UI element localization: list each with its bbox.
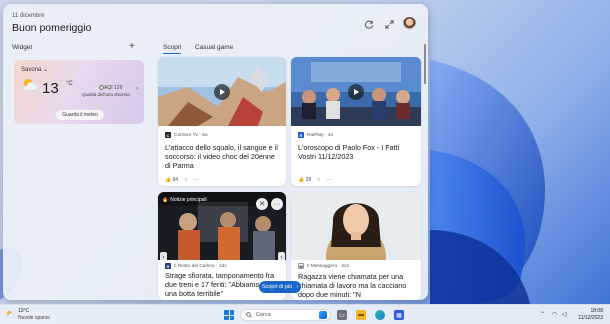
wifi-icon[interactable]: ◠ [552,311,557,318]
weather-air-quality: Qualità dell'aria discreta [82,92,130,97]
clock-time[interactable]: 18:08 [573,308,603,314]
chevron-right-icon: › [296,284,299,290]
weather-aqi: AQI 126 [104,85,123,91]
more-options-icon[interactable]: ··· [326,177,331,183]
taskbar: 13°C Nuvole sparse Cerca ▭ ▬ ▦ ⌃ ◠ ◁ 18:… [0,304,610,324]
add-widget-button[interactable]: + [129,41,135,52]
flame-icon: 🔥 [162,197,169,203]
widgets-panel: 11 dicembre Buon pomeriggio Widget + Sco… [3,4,428,300]
microsoft-store-icon[interactable]: ▦ [394,310,404,320]
panel-greeting: Buon pomeriggio [12,22,92,34]
chevron-up-icon[interactable]: ⌃ [540,311,545,318]
raiplay-logo-icon: R [298,132,304,138]
tab-scopri[interactable]: Scopri [163,44,182,54]
news-source: C Corriere Tv · 5o [165,132,208,138]
taskbar-weather-desc[interactable]: Nuvole sparse [18,315,50,321]
task-view-icon[interactable]: ▭ [337,310,347,320]
weather-city[interactable]: Savona ⌄ [21,66,48,73]
taskbar-temperature[interactable]: 13°C [18,308,29,314]
avatar[interactable] [403,17,416,30]
news-reactions: 👍 28 ○ ··· [298,177,331,183]
tab-casual-game[interactable]: Casual game [195,44,233,51]
chevron-right-icon[interactable]: › [136,86,138,92]
panel-date: 11 dicembre [12,13,45,19]
widget-section-label: Widget [12,44,33,51]
volume-icon[interactable]: ◁ [562,311,567,318]
like-icon[interactable]: 👍 84 [165,177,178,183]
file-explorer-icon[interactable]: ▬ [356,310,366,320]
search-input[interactable]: Cerca [240,309,331,321]
search-icon [246,312,252,318]
expand-icon[interactable] [383,18,395,30]
start-button[interactable] [224,310,234,320]
like-icon[interactable]: 👍 28 [298,177,311,183]
news-title[interactable]: L'oroscopo di Paolo Fox - I Fatti Vostri… [298,143,416,161]
partly-cloudy-icon [23,78,38,91]
carousel-next-icon[interactable]: › [278,252,285,264]
play-icon[interactable] [214,84,230,100]
news-title[interactable]: L'attacco dello squalo, il sangue e il s… [165,143,281,170]
news-card[interactable]: R RaiPlay · 4o L'oroscopo di Paolo Fox -… [291,57,421,186]
news-card[interactable]: C Corriere Tv · 5o L'attacco dello squal… [158,57,286,186]
comment-icon[interactable]: ○ [184,177,187,183]
bing-icon [319,311,327,319]
more-options-icon[interactable]: ··· [193,177,198,183]
refresh-icon[interactable] [363,18,375,30]
scrollbar[interactable] [424,44,426,84]
news-reactions: 👍 84 ○ ··· [165,177,198,183]
see-weather-button[interactable]: Guarda il meteo [56,110,104,120]
weather-unit: °C [66,81,73,87]
il-messaggero-logo-icon: M [298,263,304,269]
edge-icon[interactable] [375,310,385,320]
corriere-logo-icon: C [165,132,171,138]
news-card[interactable]: M Il Messaggero · 22o Ragazza viene chia… [291,192,421,300]
comment-icon[interactable]: ○ [317,177,320,183]
play-icon[interactable] [348,84,364,100]
more-options-icon[interactable]: ··· [271,198,283,210]
news-title[interactable]: Ragazza viene chiamata per una chiamata … [298,272,418,299]
clock-date[interactable]: 11/12/2023 [573,315,603,321]
news-source: R Il Resto del Carlino · 13o [165,263,227,269]
top-news-label: 🔥 Notizie principali [162,197,207,203]
resto-del-carlino-logo-icon: R [165,263,171,269]
discover-more-button[interactable]: Scopri di più › [259,281,301,293]
weather-widget[interactable]: Savona ⌄ 13 °C AQI 126 Qualità dell'aria… [14,60,144,124]
news-source: R RaiPlay · 4o [298,132,334,138]
news-image [291,192,421,260]
news-source: M Il Messaggero · 22o [298,263,350,269]
partly-cloudy-icon[interactable] [5,310,15,318]
weather-temperature: 13 [42,80,59,97]
close-icon[interactable]: ✕ [256,198,268,210]
